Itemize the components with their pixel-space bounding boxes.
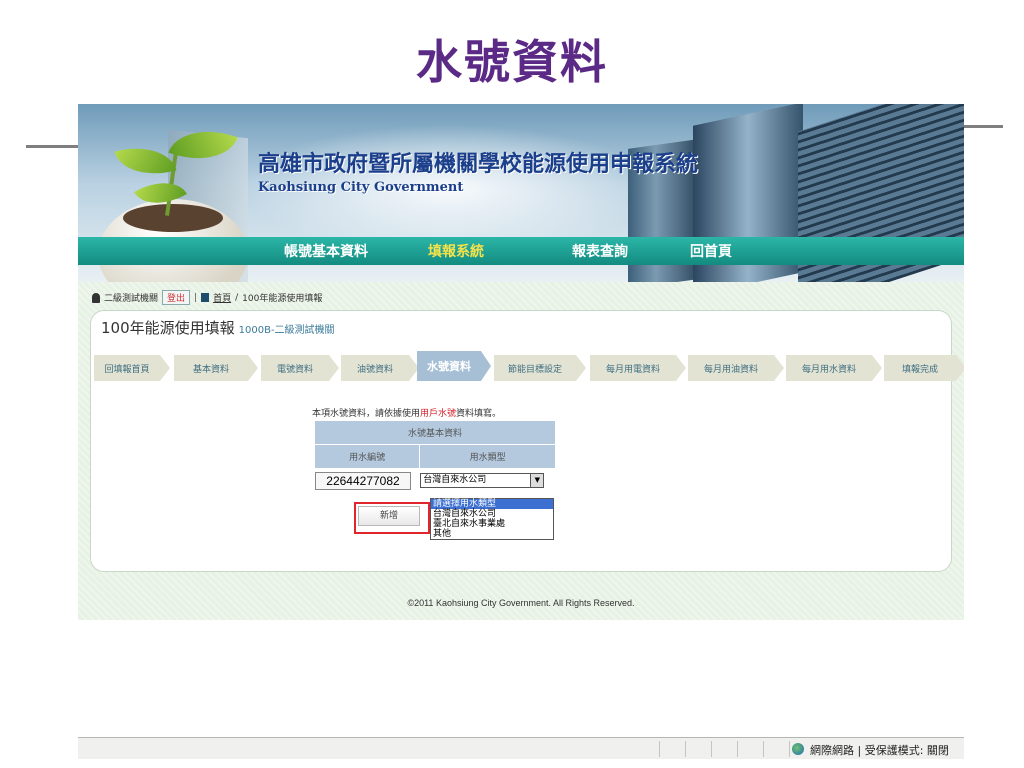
logout-button[interactable]: 登出: [162, 290, 191, 305]
user-icon: [92, 292, 100, 303]
site-title: 高雄市政府暨所屬機關學校能源使用申報系統: [258, 151, 699, 177]
browser-screenshot: 高雄市政府暨所屬機關學校能源使用申報系統 Kaohsiung City Gove…: [78, 104, 964, 620]
step-oil[interactable]: 油號資料: [341, 355, 419, 381]
nav-report-query[interactable]: 報表查詢: [572, 241, 628, 261]
nav-report-system[interactable]: 填報系統: [428, 241, 484, 261]
dropdown-option[interactable]: 請選擇用水類型: [431, 499, 553, 509]
decorative-rule-right: [963, 125, 1003, 128]
step-complete[interactable]: 填報完成: [884, 355, 964, 381]
footer-copyright: ©2011 Kaohsiung City Government. All Rig…: [407, 598, 635, 608]
step-basic-info[interactable]: 基本資料: [174, 355, 258, 381]
page-title: 100年能源使用填報 1000B-二級測試機關: [101, 319, 335, 337]
instruction-note: 本項水號資料，請依據使用用戶水號資料填寫。: [312, 409, 502, 419]
nav-account-info[interactable]: 帳號基本資料: [284, 241, 368, 261]
water-type-select[interactable]: 台灣自來水公司 ▼: [420, 473, 545, 488]
column-header-number: 用水編號: [313, 444, 421, 469]
highlight-box: [354, 502, 430, 534]
step-back-home[interactable]: 回填報首頁: [94, 355, 170, 381]
step-water[interactable]: 水號資料: [417, 351, 491, 381]
water-number-input[interactable]: 22644277082: [315, 471, 411, 490]
column-header-type: 用水類型: [419, 444, 556, 469]
step-electric[interactable]: 電號資料: [261, 355, 339, 381]
dropdown-option[interactable]: 臺北自來水事業處: [431, 519, 553, 529]
water-type-dropdown: 請選擇用水類型 台灣自來水公司 臺北自來水事業處 其他: [430, 498, 554, 540]
breadcrumb: 二級測試機關 登出 | 首頁 / 100年能源使用填報: [92, 290, 322, 305]
step-monthly-water[interactable]: 每月用水資料: [786, 355, 882, 381]
water-info-table: 水號基本資料 用水編號 用水類型 22644277082 台灣自來水公司 ▼: [313, 420, 556, 493]
dropdown-option[interactable]: 其他: [431, 529, 553, 539]
step-monthly-oil[interactable]: 每月用油資料: [688, 355, 784, 381]
breadcrumb-current: 100年能源使用填報: [242, 294, 323, 304]
site-subtitle: Kaohsiung City Government: [258, 180, 464, 195]
nav-home[interactable]: 回首頁: [690, 241, 732, 261]
slide-title: 水號資料: [416, 35, 608, 89]
step-energy-target[interactable]: 節能目標設定: [494, 355, 586, 381]
step-monthly-electric[interactable]: 每月用電資料: [590, 355, 686, 381]
breadcrumb-home-link[interactable]: 首頁: [213, 291, 231, 304]
globe-icon: [792, 743, 804, 755]
user-name: 二級測試機關: [104, 294, 159, 304]
home-icon: [201, 293, 210, 302]
chevron-down-icon[interactable]: ▼: [530, 474, 544, 487]
security-zone-text: 網際網路 | 受保護模式: 關閉: [810, 744, 949, 757]
progress-steps: 回填報首頁 基本資料 電號資料 油號資料 水號資料 節能目標設定 每月用電資料 …: [94, 347, 964, 381]
table-caption: 水號基本資料: [314, 420, 556, 445]
org-name: 1000B-二級測試機關: [238, 325, 335, 336]
main-nav: 帳號基本資料 填報系統 報表查詢 回首頁: [78, 237, 964, 265]
browser-status-bar: 網際網路 | 受保護模式: 關閉: [78, 737, 964, 759]
decorative-rule-left: [26, 145, 78, 148]
dropdown-option[interactable]: 台灣自來水公司: [431, 509, 553, 519]
breadcrumb-separator: /: [235, 292, 239, 303]
site-banner: 高雄市政府暨所屬機關學校能源使用申報系統 Kaohsiung City Gove…: [78, 104, 964, 282]
